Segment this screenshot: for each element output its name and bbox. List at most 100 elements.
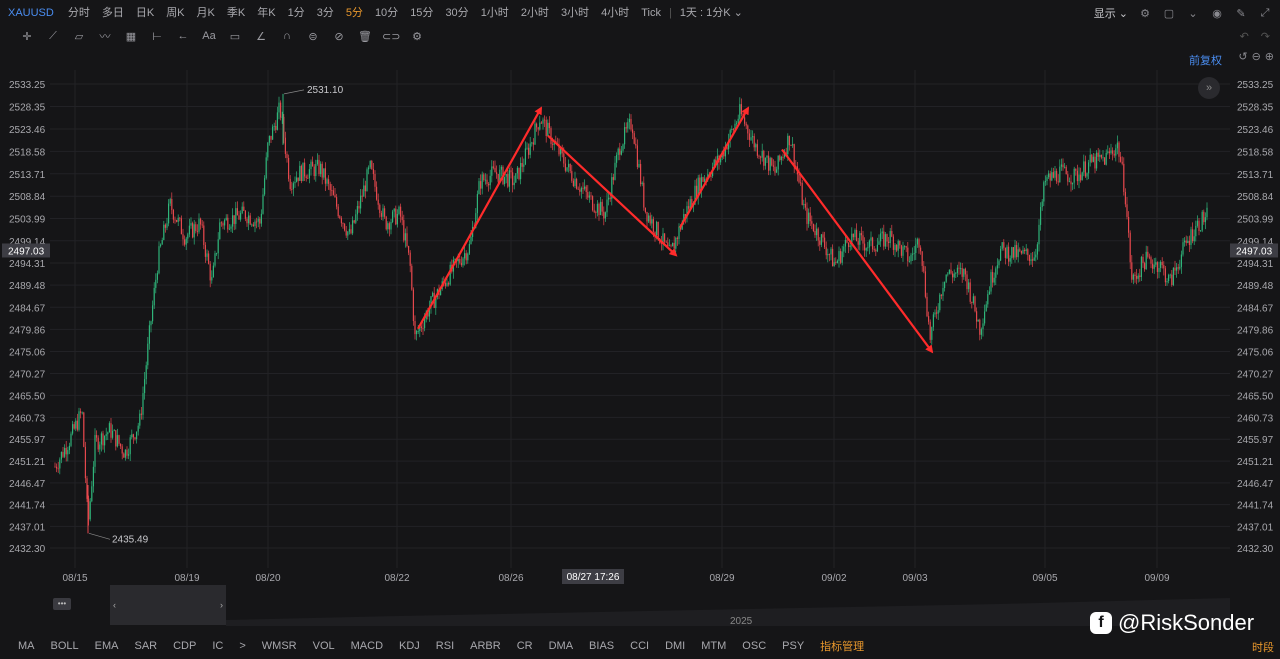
indicator-manage-button[interactable]: 指标管理 [812,638,872,654]
indicator-osc[interactable]: OSC [734,640,774,652]
candle-body [649,215,651,224]
candle-body [280,102,282,118]
candle-body [132,434,134,438]
candle-body [292,183,294,190]
navigator-window[interactable] [110,585,226,625]
candle-body [254,221,256,227]
candle-body [811,221,813,224]
session-button[interactable]: 时段 [1252,639,1274,655]
candle-body [771,158,773,166]
indicator-cci[interactable]: CCI [622,640,657,652]
indicator-bar: MA BOLL EMA SAR CDP IC > WMSR VOL MACD KDJ RSI ARBR C… [0,632,1280,659]
indicator-sar[interactable]: SAR [126,640,165,652]
candle-body [1142,256,1144,264]
candle-body [312,161,314,167]
indicator-dma[interactable]: DMA [541,640,581,652]
candle-body [566,167,568,171]
candle-body [640,164,642,185]
indicator-rsi[interactable]: RSI [428,640,462,652]
candle-body [892,236,894,250]
indicator-arbr[interactable]: ARBR [462,640,509,652]
price-tick-right: 2489.48 [1237,281,1274,292]
candle-body [867,247,869,249]
candlestick-chart[interactable]: 2533.25 2533.25 2528.35 2528.35 2523.46 2523.… [0,0,1280,590]
indicator-wmsr[interactable]: WMSR [254,640,305,652]
candle-body [899,241,901,246]
candle-body [736,122,738,124]
candle-body [809,212,811,222]
candle-body [220,222,222,224]
indicator-cr[interactable]: CR [509,640,541,652]
candle-body [979,319,981,335]
candle-body [641,182,643,185]
candle-body [356,206,358,215]
indicator-macd[interactable]: MACD [343,640,391,652]
candle-body [268,135,270,143]
candle-body [1200,230,1202,232]
candle-body [545,120,547,136]
date-axis: 08/15 08/19 08/20 08/22 08/26 08/29 09/02 09/03… [62,569,1170,584]
candle-body [523,164,525,167]
candle-body [1152,263,1154,269]
high-leader-line [283,89,305,95]
indicator-cdp[interactable]: CDP [165,640,204,652]
indicator-vol[interactable]: VOL [305,640,343,652]
candle-body [211,277,213,281]
candle-body [587,192,589,198]
candle-body [942,288,944,296]
candle-body [148,325,150,344]
indicator-psy[interactable]: PSY [774,640,812,652]
navigator-menu-icon[interactable]: ••• [53,598,71,610]
watermark: f @RiskSonder [1090,610,1254,636]
indicator-bias[interactable]: BIAS [581,640,622,652]
indicator-dmi[interactable]: DMI [657,640,693,652]
price-tick-right: 2508.84 [1237,192,1274,203]
indicator-kdj[interactable]: KDJ [391,640,428,652]
candle-body [304,162,306,177]
candle-body [732,128,734,130]
candle-body [232,215,234,227]
candle-body [1062,164,1064,168]
candle-body [875,250,877,252]
candle-body [648,215,650,222]
indicator-mtm[interactable]: MTM [693,640,734,652]
candle-body [944,281,946,289]
candle-body [1081,172,1083,181]
candle-body [302,162,304,182]
candle-body [65,447,67,455]
candle-body [984,311,986,324]
candle-body [976,311,978,322]
candle-body [924,271,926,297]
indicator-ic[interactable]: IC [204,640,231,652]
candle-body [513,182,515,186]
indicator-ema[interactable]: EMA [87,640,127,652]
candle-body [352,220,354,234]
scroll-forward-button[interactable]: » [1198,77,1220,99]
indicator-more[interactable]: > [231,640,253,652]
candle-body [185,238,187,245]
candle-body [100,433,102,445]
candle-body [992,272,994,283]
candle-body [902,246,904,256]
candle-body [1123,163,1125,192]
indicator-ma[interactable]: MA [10,640,43,652]
candle-body [328,179,330,184]
candle-body [1155,262,1157,265]
candle-body [1129,232,1131,263]
candle-body [206,253,208,257]
candle-body [520,162,522,180]
candle-body [515,173,517,183]
low-price-label: 2435.49 [112,534,149,545]
candle-body [624,127,626,145]
candle-body [1086,173,1088,177]
candle-body [404,233,406,241]
candle-body [368,167,370,170]
candle-body [294,181,296,184]
candle-body [764,157,766,166]
candle-body [505,174,507,177]
candle-body [1009,258,1011,262]
candle-body [835,262,837,264]
candle-body [854,229,856,238]
candle-body [1100,154,1102,158]
indicator-boll[interactable]: BOLL [43,640,87,652]
